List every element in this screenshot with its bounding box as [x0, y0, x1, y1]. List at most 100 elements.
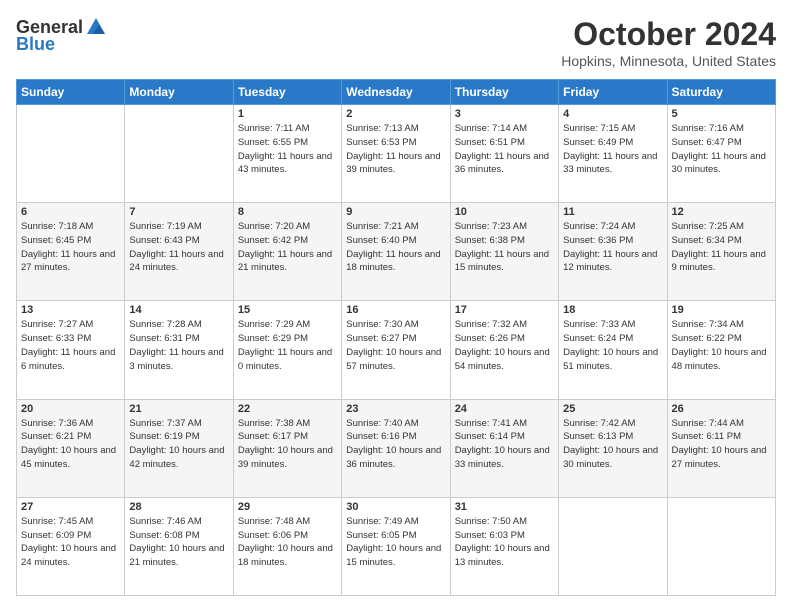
sunset: Sunset: 6:43 PM: [129, 235, 199, 246]
day-number: 19: [672, 304, 771, 316]
day-info: Sunrise: 7:32 AM Sunset: 6:26 PM Dayligh…: [455, 318, 554, 373]
daylight: Daylight: 11 hours and 6 minutes.: [21, 347, 115, 372]
day-info: Sunrise: 7:44 AM Sunset: 6:11 PM Dayligh…: [672, 417, 771, 472]
day-number: 13: [21, 304, 120, 316]
weekday-header-friday: Friday: [559, 80, 667, 105]
calendar-cell: 21 Sunrise: 7:37 AM Sunset: 6:19 PM Dayl…: [125, 399, 233, 497]
day-number: 17: [455, 304, 554, 316]
calendar-cell: 11 Sunrise: 7:24 AM Sunset: 6:36 PM Dayl…: [559, 203, 667, 301]
calendar-cell: 27 Sunrise: 7:45 AM Sunset: 6:09 PM Dayl…: [17, 497, 125, 595]
calendar-cell: 5 Sunrise: 7:16 AM Sunset: 6:47 PM Dayli…: [667, 105, 775, 203]
day-number: 25: [563, 403, 662, 415]
week-row-3: 13 Sunrise: 7:27 AM Sunset: 6:33 PM Dayl…: [17, 301, 776, 399]
day-number: 5: [672, 108, 771, 120]
daylight: Daylight: 10 hours and 39 minutes.: [238, 445, 333, 470]
calendar-cell: 29 Sunrise: 7:48 AM Sunset: 6:06 PM Dayl…: [233, 497, 341, 595]
day-number: 8: [238, 206, 337, 218]
day-number: 10: [455, 206, 554, 218]
day-number: 28: [129, 501, 228, 513]
daylight: Daylight: 11 hours and 30 minutes.: [672, 151, 766, 176]
day-info: Sunrise: 7:21 AM Sunset: 6:40 PM Dayligh…: [346, 220, 445, 275]
day-info: Sunrise: 7:38 AM Sunset: 6:17 PM Dayligh…: [238, 417, 337, 472]
sunset: Sunset: 6:17 PM: [238, 431, 308, 442]
logo-icon: [85, 16, 107, 38]
daylight: Daylight: 11 hours and 43 minutes.: [238, 151, 332, 176]
day-info: Sunrise: 7:40 AM Sunset: 6:16 PM Dayligh…: [346, 417, 445, 472]
day-number: 30: [346, 501, 445, 513]
daylight: Daylight: 11 hours and 39 minutes.: [346, 151, 440, 176]
month-title: October 2024: [561, 16, 776, 53]
day-info: Sunrise: 7:34 AM Sunset: 6:22 PM Dayligh…: [672, 318, 771, 373]
sunset: Sunset: 6:26 PM: [455, 333, 525, 344]
sunset: Sunset: 6:31 PM: [129, 333, 199, 344]
title-block: October 2024 Hopkins, Minnesota, United …: [561, 16, 776, 69]
sunrise: Sunrise: 7:27 AM: [21, 319, 93, 330]
sunset: Sunset: 6:06 PM: [238, 530, 308, 541]
day-info: Sunrise: 7:45 AM Sunset: 6:09 PM Dayligh…: [21, 515, 120, 570]
calendar-cell: 16 Sunrise: 7:30 AM Sunset: 6:27 PM Dayl…: [342, 301, 450, 399]
calendar-cell: 6 Sunrise: 7:18 AM Sunset: 6:45 PM Dayli…: [17, 203, 125, 301]
sunset: Sunset: 6:27 PM: [346, 333, 416, 344]
sunset: Sunset: 6:47 PM: [672, 137, 742, 148]
daylight: Daylight: 10 hours and 13 minutes.: [455, 543, 550, 568]
daylight: Daylight: 11 hours and 12 minutes.: [563, 249, 657, 274]
sunrise: Sunrise: 7:14 AM: [455, 123, 527, 134]
day-info: Sunrise: 7:14 AM Sunset: 6:51 PM Dayligh…: [455, 122, 554, 177]
week-row-1: 1 Sunrise: 7:11 AM Sunset: 6:55 PM Dayli…: [17, 105, 776, 203]
daylight: Daylight: 11 hours and 33 minutes.: [563, 151, 657, 176]
calendar-cell: 15 Sunrise: 7:29 AM Sunset: 6:29 PM Dayl…: [233, 301, 341, 399]
calendar-cell: 4 Sunrise: 7:15 AM Sunset: 6:49 PM Dayli…: [559, 105, 667, 203]
sunrise: Sunrise: 7:40 AM: [346, 418, 418, 429]
sunrise: Sunrise: 7:33 AM: [563, 319, 635, 330]
sunset: Sunset: 6:55 PM: [238, 137, 308, 148]
calendar-cell: 31 Sunrise: 7:50 AM Sunset: 6:03 PM Dayl…: [450, 497, 558, 595]
sunrise: Sunrise: 7:24 AM: [563, 221, 635, 232]
sunset: Sunset: 6:45 PM: [21, 235, 91, 246]
day-info: Sunrise: 7:41 AM Sunset: 6:14 PM Dayligh…: [455, 417, 554, 472]
day-number: 14: [129, 304, 228, 316]
day-info: Sunrise: 7:20 AM Sunset: 6:42 PM Dayligh…: [238, 220, 337, 275]
sunset: Sunset: 6:16 PM: [346, 431, 416, 442]
week-row-5: 27 Sunrise: 7:45 AM Sunset: 6:09 PM Dayl…: [17, 497, 776, 595]
sunrise: Sunrise: 7:18 AM: [21, 221, 93, 232]
day-number: 24: [455, 403, 554, 415]
location: Hopkins, Minnesota, United States: [561, 53, 776, 69]
day-info: Sunrise: 7:37 AM Sunset: 6:19 PM Dayligh…: [129, 417, 228, 472]
day-number: 7: [129, 206, 228, 218]
day-number: 12: [672, 206, 771, 218]
calendar-cell: 28 Sunrise: 7:46 AM Sunset: 6:08 PM Dayl…: [125, 497, 233, 595]
sunrise: Sunrise: 7:30 AM: [346, 319, 418, 330]
sunset: Sunset: 6:42 PM: [238, 235, 308, 246]
sunset: Sunset: 6:53 PM: [346, 137, 416, 148]
sunrise: Sunrise: 7:28 AM: [129, 319, 201, 330]
calendar-cell: 12 Sunrise: 7:25 AM Sunset: 6:34 PM Dayl…: [667, 203, 775, 301]
day-info: Sunrise: 7:15 AM Sunset: 6:49 PM Dayligh…: [563, 122, 662, 177]
day-info: Sunrise: 7:18 AM Sunset: 6:45 PM Dayligh…: [21, 220, 120, 275]
day-info: Sunrise: 7:19 AM Sunset: 6:43 PM Dayligh…: [129, 220, 228, 275]
day-number: 1: [238, 108, 337, 120]
day-number: 26: [672, 403, 771, 415]
day-info: Sunrise: 7:27 AM Sunset: 6:33 PM Dayligh…: [21, 318, 120, 373]
sunrise: Sunrise: 7:50 AM: [455, 516, 527, 527]
sunset: Sunset: 6:38 PM: [455, 235, 525, 246]
calendar-cell: 18 Sunrise: 7:33 AM Sunset: 6:24 PM Dayl…: [559, 301, 667, 399]
sunrise: Sunrise: 7:21 AM: [346, 221, 418, 232]
sunrise: Sunrise: 7:41 AM: [455, 418, 527, 429]
sunrise: Sunrise: 7:29 AM: [238, 319, 310, 330]
daylight: Daylight: 10 hours and 51 minutes.: [563, 347, 658, 372]
calendar-cell: 26 Sunrise: 7:44 AM Sunset: 6:11 PM Dayl…: [667, 399, 775, 497]
sunset: Sunset: 6:51 PM: [455, 137, 525, 148]
daylight: Daylight: 11 hours and 3 minutes.: [129, 347, 223, 372]
daylight: Daylight: 11 hours and 24 minutes.: [129, 249, 223, 274]
weekday-header-monday: Monday: [125, 80, 233, 105]
day-number: 20: [21, 403, 120, 415]
day-number: 15: [238, 304, 337, 316]
sunset: Sunset: 6:33 PM: [21, 333, 91, 344]
sunset: Sunset: 6:21 PM: [21, 431, 91, 442]
sunrise: Sunrise: 7:19 AM: [129, 221, 201, 232]
calendar-cell: 7 Sunrise: 7:19 AM Sunset: 6:43 PM Dayli…: [125, 203, 233, 301]
weekday-header-tuesday: Tuesday: [233, 80, 341, 105]
day-number: 21: [129, 403, 228, 415]
day-info: Sunrise: 7:25 AM Sunset: 6:34 PM Dayligh…: [672, 220, 771, 275]
calendar-cell: 9 Sunrise: 7:21 AM Sunset: 6:40 PM Dayli…: [342, 203, 450, 301]
